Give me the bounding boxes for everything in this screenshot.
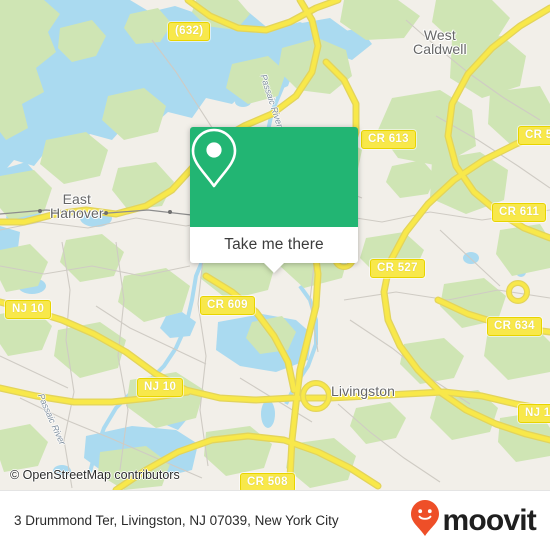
map-canvas[interactable]: East Hanover West Caldwell Livingston Pa…	[0, 0, 550, 490]
shield-nj-10-east[interactable]: NJ 10	[518, 404, 550, 423]
location-popup[interactable]: Take me there	[190, 127, 358, 273]
footer-bar: 3 Drummond Ter, Livingston, NJ 07039, Ne…	[0, 490, 550, 550]
moovit-map-screen: East Hanover West Caldwell Livingston Pa…	[0, 0, 550, 550]
moovit-logo[interactable]: moovit	[410, 499, 537, 542]
osm-attribution[interactable]: © OpenStreetMap contributors	[10, 468, 180, 482]
popup-tail-pointer	[263, 262, 285, 273]
shield-cr-508[interactable]: CR 508	[240, 473, 295, 490]
moovit-smiley-pin-icon	[410, 499, 440, 542]
popup-header	[190, 127, 358, 227]
popup-footer[interactable]: Take me there	[190, 227, 358, 273]
shield-nj-10-west[interactable]: NJ 10	[5, 300, 52, 319]
shield-cr-611[interactable]: CR 611	[492, 203, 547, 222]
shield-cr-609[interactable]: CR 609	[200, 296, 255, 315]
address-text: 3 Drummond Ter, Livingston, NJ 07039, Ne…	[14, 513, 339, 528]
shield-nj-10-center[interactable]: NJ 10	[137, 378, 184, 397]
shield-632[interactable]: (632)	[168, 22, 211, 41]
moovit-wordmark: moovit	[442, 503, 536, 537]
shield-cr-634[interactable]: CR 634	[487, 317, 542, 336]
shield-cr-52x[interactable]: CR 52	[518, 126, 550, 145]
shield-cr-613[interactable]: CR 613	[361, 130, 416, 149]
shield-cr-527[interactable]: CR 527	[370, 259, 425, 278]
take-me-there-label: Take me there	[224, 236, 324, 253]
